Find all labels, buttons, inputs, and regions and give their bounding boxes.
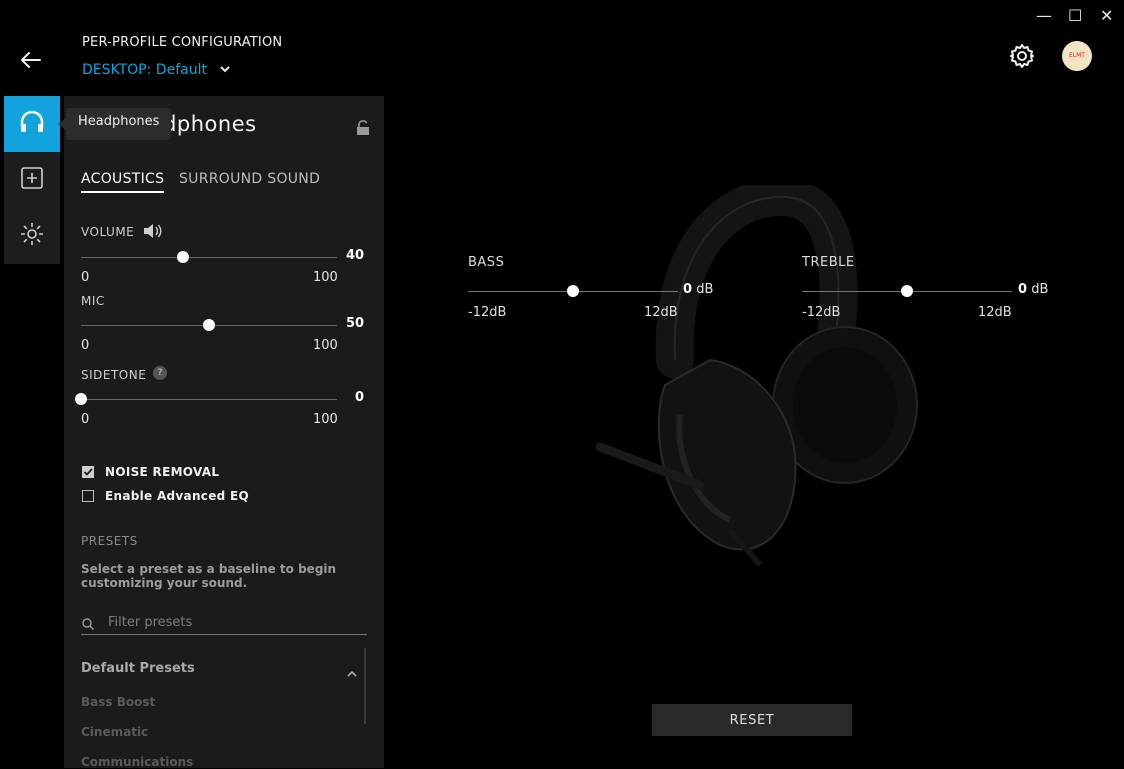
advanced-eq-checkbox[interactable] [82,490,94,502]
headset-image [595,185,918,567]
advanced-eq-label: Enable Advanced EQ [105,489,250,503]
bass-value: 0 dB [683,282,714,297]
side-rail [4,96,60,264]
volume-slider-track[interactable] [81,257,337,258]
filter-presets-input[interactable] [106,614,360,631]
volume-label: VOLUME [81,225,135,239]
tab-surround-sound[interactable]: SURROUND SOUND [179,171,320,187]
minimize-button[interactable]: — [1036,6,1052,25]
reset-button[interactable]: RESET [652,704,852,736]
sun-icon [19,221,45,251]
bass-min: -12dB [468,305,507,320]
tab-acoustics[interactable]: ACOUSTICS [81,171,165,193]
bass-max: 12dB [644,305,678,320]
sidetone-label: SIDETONE [81,368,147,382]
back-arrow-icon[interactable] [18,46,46,74]
bass-slider-thumb[interactable] [567,285,579,297]
treble-min: -12dB [802,305,841,320]
avatar[interactable]: ELMT [1062,41,1092,71]
chevron-down-icon [219,62,231,78]
treble-label: TREBLE [802,255,855,270]
presets-scrollbar[interactable] [364,648,366,724]
close-button[interactable]: ✕ [1100,6,1113,25]
sidetone-max: 100 [313,412,338,427]
sidetone-value: 0 [355,390,365,405]
sidetone-slider-thumb[interactable] [75,393,87,405]
help-icon[interactable]: ? [153,366,167,380]
rail-item-add[interactable] [4,152,60,208]
sidetone-slider-track[interactable] [81,399,337,400]
profile-selector[interactable]: DESKTOP: Default [82,62,231,78]
mic-max: 100 [313,338,338,353]
lock-icon[interactable] [356,120,370,136]
headphones-icon [18,109,46,139]
tooltip: Headphones [57,108,172,140]
preset-item[interactable]: Bass Boost [81,695,155,709]
volume-value: 40 [346,248,365,263]
rail-item-lighting[interactable] [4,208,60,264]
profile-name: Default [155,62,207,78]
maximize-button[interactable]: ☐ [1068,6,1082,25]
search-icon [81,616,95,635]
gear-icon[interactable] [1008,42,1036,70]
volume-min: 0 [81,270,90,285]
bass-label: BASS [468,255,505,270]
volume-max: 100 [313,270,338,285]
plus-box-icon [20,166,44,194]
speaker-icon[interactable] [142,222,164,244]
mic-value: 50 [346,316,365,331]
filter-underline [81,634,367,635]
presets-description: Select a preset as a baseline to begin c… [81,562,337,590]
mic-label: MIC [81,294,105,308]
chevron-up-icon[interactable] [346,664,358,683]
rail-item-headphones[interactable] [4,96,60,152]
treble-max: 12dB [978,305,1012,320]
sidetone-min: 0 [81,412,90,427]
noise-removal-checkbox[interactable] [82,466,94,478]
treble-value: 0 dB [1018,282,1049,297]
mic-slider-thumb[interactable] [203,319,215,331]
page-title: PER-PROFILE CONFIGURATION [82,35,283,50]
preset-item[interactable]: Cinematic [81,725,148,739]
presets-heading: PRESETS [81,534,138,548]
treble-slider-thumb[interactable] [901,285,913,297]
preset-group-header[interactable]: Default Presets [81,661,195,676]
mic-min: 0 [81,338,90,353]
profile-type: DESKTOP: [82,62,152,78]
preset-item[interactable]: Communications [81,755,193,769]
noise-removal-label: NOISE REMOVAL [105,465,220,479]
